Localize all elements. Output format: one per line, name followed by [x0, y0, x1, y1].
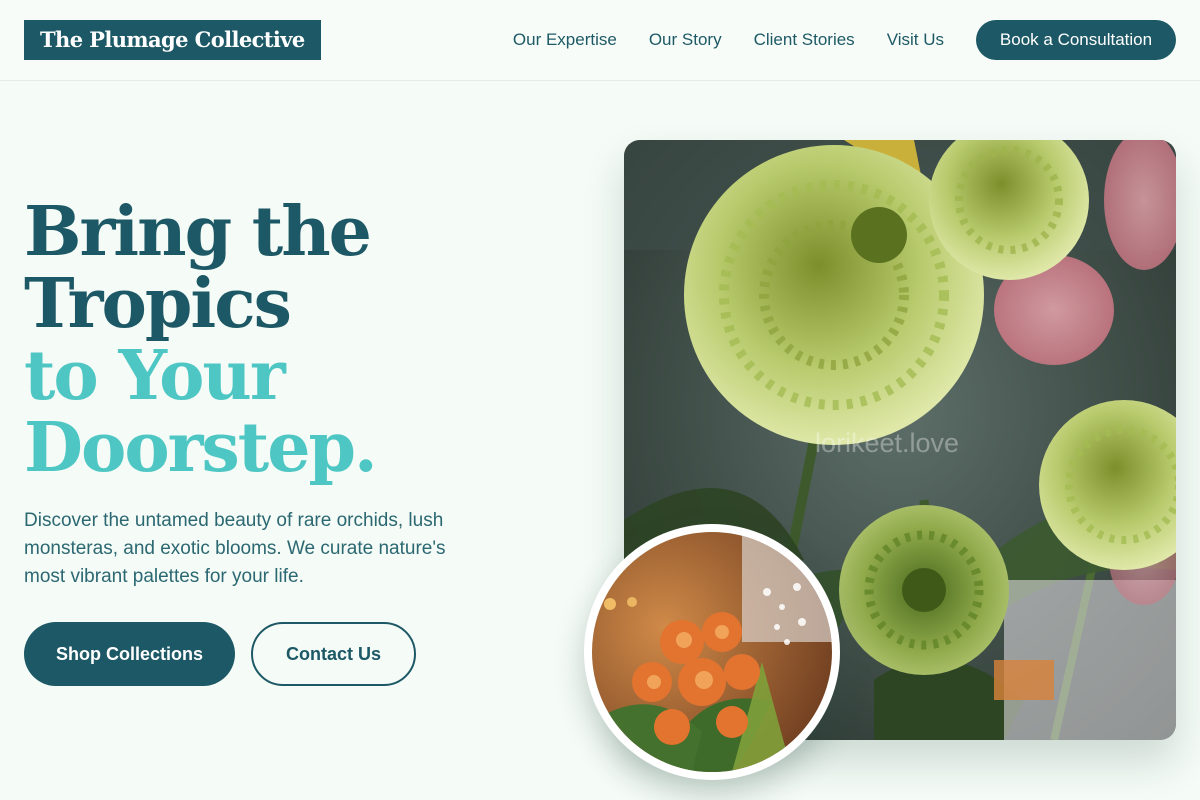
headline-line-4: Doorstep. — [24, 408, 378, 488]
nav-link-story[interactable]: Our Story — [649, 30, 722, 50]
site-header: The Plumage Collective Our Expertise Our… — [0, 0, 1200, 81]
hero-description: Discover the untamed beauty of rare orch… — [24, 510, 446, 587]
contact-us-button[interactable]: Contact Us — [251, 622, 416, 686]
hero-secondary-image — [584, 524, 840, 780]
nav-link-visit-us[interactable]: Visit Us — [887, 30, 944, 50]
shop-collections-button[interactable]: Shop Collections — [24, 622, 235, 686]
nav-link-expertise[interactable]: Our Expertise — [513, 30, 617, 50]
headline-line-1: Bring the — [24, 192, 372, 272]
headline-line-3: to Your — [24, 336, 286, 416]
headline-line-2: Tropics — [24, 264, 292, 344]
main-nav: Our Expertise Our Story Client Stories V… — [513, 0, 944, 80]
hero-headline: Bring the Tropics to Your Doorstep. — [24, 192, 378, 488]
alstroemeria-photo-icon — [592, 532, 832, 772]
image-watermark: lorikeet.love — [815, 428, 960, 458]
nav-link-client-stories[interactable]: Client Stories — [754, 30, 855, 50]
brand-logo[interactable]: The Plumage Collective — [24, 20, 321, 60]
book-consultation-button[interactable]: Book a Consultation — [976, 20, 1176, 60]
